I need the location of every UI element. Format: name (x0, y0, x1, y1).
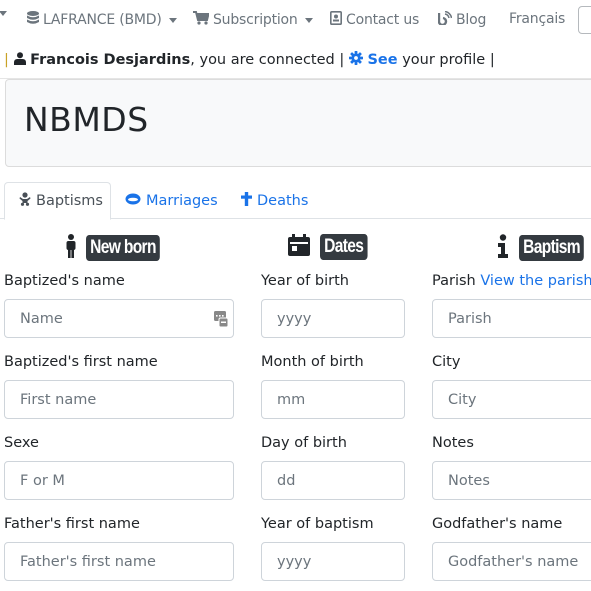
nav-item-database[interactable]: LAFRANCE (BMD) (27, 11, 177, 29)
info-icon (497, 234, 509, 262)
see-profile-link[interactable]: See (367, 52, 397, 68)
placeholder: yyyy (277, 553, 312, 570)
nav-label-database: LAFRANCE (BMD) (43, 12, 162, 28)
page-title: NBMDS (24, 100, 149, 139)
blog-rss-icon (437, 10, 453, 29)
label-baptized-name: Baptized's name (4, 273, 125, 289)
nav-item-subscription[interactable]: Subscription (193, 11, 313, 29)
label-city: City (432, 354, 461, 370)
placeholder: mm (277, 391, 306, 408)
tab-deaths[interactable]: Deaths (227, 182, 322, 219)
calendar-icon (288, 234, 310, 260)
nav-item-contact[interactable]: Contact us (330, 11, 419, 29)
view-parishes-link[interactable]: View the parishes (480, 273, 591, 289)
tab-label: Deaths (257, 192, 309, 209)
placeholder: dd (277, 472, 296, 489)
label-year-of-birth: Year of birth (261, 273, 349, 289)
placeholder: F or M (20, 472, 65, 489)
caret-down-icon (168, 17, 177, 23)
tab-label: Baptisms (36, 193, 103, 209)
placeholder: Notes (448, 472, 490, 489)
placeholder: Name (20, 310, 63, 327)
godfather-name-input[interactable]: Godfather's name (432, 542, 591, 581)
connected-text: , you are connected (190, 52, 335, 68)
nav-label-contact: Contact us (346, 12, 420, 28)
section-heading-baptism: Baptism (497, 234, 591, 262)
separator: | (4, 52, 9, 68)
caret-down-icon (0, 11, 7, 16)
placeholder: Parish (448, 310, 492, 327)
section-badge: Dates (320, 234, 368, 260)
nav-item-blog[interactable]: Blog (437, 10, 487, 29)
person-icon (66, 234, 76, 262)
placeholder: City (448, 391, 477, 408)
month-of-birth-input[interactable]: mm (261, 380, 405, 419)
city-input[interactable]: City (432, 380, 591, 419)
section-heading-newborn: New born (66, 234, 176, 262)
label-month-of-birth: Month of birth (261, 354, 364, 370)
cart-icon (193, 11, 210, 29)
user-icon (13, 52, 31, 68)
placeholder: Godfather's name (448, 553, 579, 570)
profile-link[interactable]: See (348, 51, 402, 68)
header-banner: NBMDS (5, 79, 591, 167)
top-navbar: LAFRANCE (BMD) Subscription Contact us B… (0, 0, 591, 40)
label-godfather-name: Godfather's name (432, 516, 563, 532)
tab-label: Marriages (146, 192, 218, 209)
navbar-toggle-button[interactable] (578, 6, 591, 34)
profile-text: your profile (402, 52, 486, 68)
day-of-birth-input[interactable]: dd (261, 461, 405, 500)
label-sexe: Sexe (4, 435, 39, 451)
nav-label-blog: Blog (456, 12, 487, 28)
baptized-first-name-input[interactable]: First name (4, 380, 234, 419)
nav-label-language: Français (509, 11, 566, 27)
tab-baptisms[interactable]: Baptisms (4, 182, 111, 220)
nav-label-subscription: Subscription (213, 12, 298, 28)
placeholder: Father's first name (20, 553, 156, 570)
label-text: Parish (432, 273, 476, 289)
label-notes: Notes (432, 435, 474, 451)
password-manager-icon[interactable] (214, 311, 229, 328)
ring-icon (125, 193, 141, 209)
cross-icon (241, 191, 252, 210)
notes-input[interactable]: Notes (432, 461, 591, 500)
parish-input[interactable]: Parish (432, 299, 591, 338)
year-of-baptism-input[interactable]: yyyy (261, 542, 405, 581)
year-of-birth-input[interactable]: yyyy (261, 299, 405, 338)
nav-dropdown-caret-prev[interactable] (0, 11, 7, 16)
label-father-first-name: Father's first name (4, 516, 140, 532)
separator: | (489, 52, 495, 68)
separator: | (339, 52, 345, 68)
sexe-input[interactable]: F or M (4, 461, 234, 500)
section-heading-dates: Dates (288, 234, 378, 260)
record-type-tabs: Baptisms Marriages Deaths (0, 182, 591, 220)
section-badge: New born (86, 235, 160, 261)
baptized-name-input[interactable]: Name (4, 299, 234, 338)
placeholder: First name (20, 391, 97, 408)
gear-icon (348, 51, 368, 68)
label-year-of-baptism: Year of baptism (261, 516, 374, 532)
caret-down-icon (304, 17, 313, 23)
label-baptized-first-name: Baptized's first name (4, 354, 158, 370)
tab-marriages[interactable]: Marriages (111, 182, 232, 219)
database-icon (27, 11, 39, 29)
user-name: Francois Desjardins (30, 52, 191, 68)
contact-card-icon (330, 11, 342, 29)
section-badge: Baptism (519, 235, 585, 261)
nav-item-language[interactable]: Français (509, 11, 565, 27)
label-day-of-birth: Day of birth (261, 435, 347, 451)
father-first-name-input[interactable]: Father's first name (4, 542, 234, 581)
baby-icon (19, 192, 31, 210)
label-parish: Parish View the parishes (432, 273, 591, 289)
user-status-bar: | Francois Desjardins, you are connected… (4, 51, 495, 68)
placeholder: yyyy (277, 310, 312, 327)
